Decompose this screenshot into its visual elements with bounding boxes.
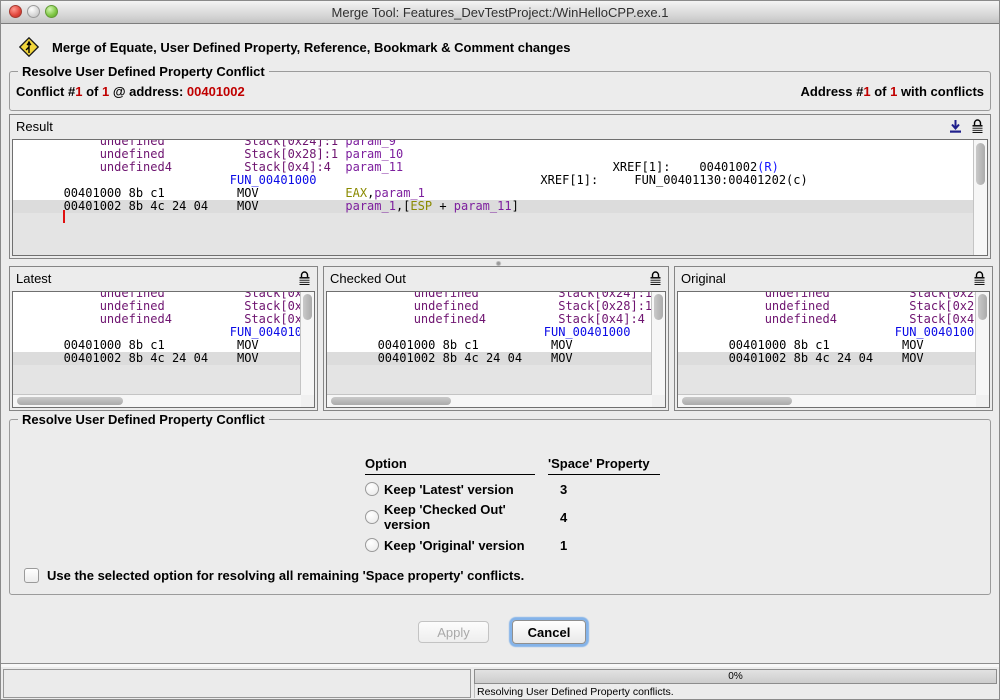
checked-out-property-value: 4 <box>560 510 567 525</box>
lock-icon[interactable] <box>298 271 311 286</box>
original-vertical-scrollbar[interactable] <box>975 292 989 395</box>
property-column-header: 'Space' Property <box>548 456 660 475</box>
latest-panel-title: Latest <box>16 271 298 286</box>
original-horizontal-scrollbar[interactable] <box>678 394 976 407</box>
original-panel-title: Original <box>681 271 973 286</box>
options-group-title: Resolve User Defined Property Conflict <box>18 412 269 427</box>
progress-percent: 0% <box>728 671 742 682</box>
lock-icon[interactable] <box>649 271 662 286</box>
option-column-header: Option <box>365 456 535 475</box>
checked-out-vertical-scrollbar[interactable] <box>651 292 665 395</box>
status-separator <box>1 663 999 667</box>
original-panel: Original undefined Stack[0x24]:1 param_9… <box>674 266 993 411</box>
result-panel-title: Result <box>16 119 949 134</box>
latest-listing[interactable]: undefined Stack[0x24]:1 param_9 undefine… <box>12 291 315 408</box>
option-row-original[interactable]: Keep 'Original' version 1 <box>365 531 675 559</box>
result-panel: Result <box>9 114 991 259</box>
options-table: Option 'Space' Property Keep 'Latest' ve… <box>365 456 675 559</box>
progress-bar: 0% <box>474 669 997 684</box>
progress-message: Resolving User Defined Property conflict… <box>474 684 997 698</box>
conflict-info-group: Resolve User Defined Property Conflict C… <box>9 71 991 111</box>
conflict-group-title: Resolve User Defined Property Conflict <box>18 64 269 79</box>
zoom-button[interactable] <box>45 5 58 18</box>
use-for-all-label: Use the selected option for resolving al… <box>47 568 524 583</box>
radio-keep-checked-out[interactable] <box>365 510 379 524</box>
listing-line: 00401002 8b 4c 24 04 MOV param_1,[ESP + … <box>678 352 976 365</box>
listing-line: 00401002 8b 4c 24 04 MOV param_1,[ESP + … <box>13 352 301 365</box>
window-title: Merge Tool: Features_DevTestProject:/Win… <box>332 5 669 20</box>
result-vertical-scrollbar[interactable] <box>973 140 987 255</box>
use-for-all-checkbox[interactable] <box>24 568 39 583</box>
resolve-options-group: Resolve User Defined Property Conflict O… <box>9 419 991 595</box>
status-message-area <box>3 669 471 698</box>
checked-out-listing[interactable]: undefined Stack[0x24]:1 param_9 undefine… <box>326 291 666 408</box>
radio-keep-original[interactable] <box>365 538 379 552</box>
close-button[interactable] <box>9 5 22 18</box>
merge-tool-window: Merge Tool: Features_DevTestProject:/Win… <box>0 0 1000 700</box>
listing-line: 00401002 8b 4c 24 04 MOV param_1,[ESP + … <box>327 352 652 365</box>
merge-message: Merge of Equate, User Defined Property, … <box>52 40 570 55</box>
apply-button[interactable]: Apply <box>418 621 489 643</box>
minimize-button[interactable] <box>27 5 40 18</box>
lock-icon[interactable] <box>971 119 984 134</box>
use-for-all-row[interactable]: Use the selected option for resolving al… <box>24 568 524 583</box>
original-property-value: 1 <box>560 538 567 553</box>
checked-out-panel-title: Checked Out <box>330 271 649 286</box>
title-bar[interactable]: Merge Tool: Features_DevTestProject:/Win… <box>1 1 999 24</box>
cancel-button[interactable]: Cancel <box>512 620 586 644</box>
checked-out-horizontal-scrollbar[interactable] <box>327 394 652 407</box>
lock-icon[interactable] <box>973 271 986 286</box>
address-counter: Address #1 of 1 with conflicts <box>800 84 984 99</box>
merge-sign-icon <box>19 37 39 57</box>
latest-property-value: 3 <box>560 482 567 497</box>
option-row-checked-out[interactable]: Keep 'Checked Out' version 4 <box>365 503 675 531</box>
progress-area: 0% Resolving User Defined Property confl… <box>474 669 997 698</box>
checked-out-panel: Checked Out undefined Stack[0x24]:1 para… <box>323 266 669 411</box>
radio-keep-latest[interactable] <box>365 482 379 496</box>
option-row-latest[interactable]: Keep 'Latest' version 3 <box>365 475 675 503</box>
down-arrow-icon[interactable] <box>949 119 962 134</box>
conflict-counter: Conflict #1 of 1 @ address: 00401002 <box>16 84 245 99</box>
latest-vertical-scrollbar[interactable] <box>300 292 314 395</box>
merge-message-row: Merge of Equate, User Defined Property, … <box>19 37 570 57</box>
listing-line: 00401002 8b 4c 24 04 MOV param_1,[ESP + … <box>13 200 974 213</box>
latest-horizontal-scrollbar[interactable] <box>13 394 301 407</box>
original-listing[interactable]: undefined Stack[0x24]:1 param_9 undefine… <box>677 291 990 408</box>
latest-panel: Latest undefined Stack[0x24]:1 param_9 u… <box>9 266 318 411</box>
result-listing[interactable]: undefined Stack[0x24]:1 param_9 undefine… <box>12 139 988 256</box>
